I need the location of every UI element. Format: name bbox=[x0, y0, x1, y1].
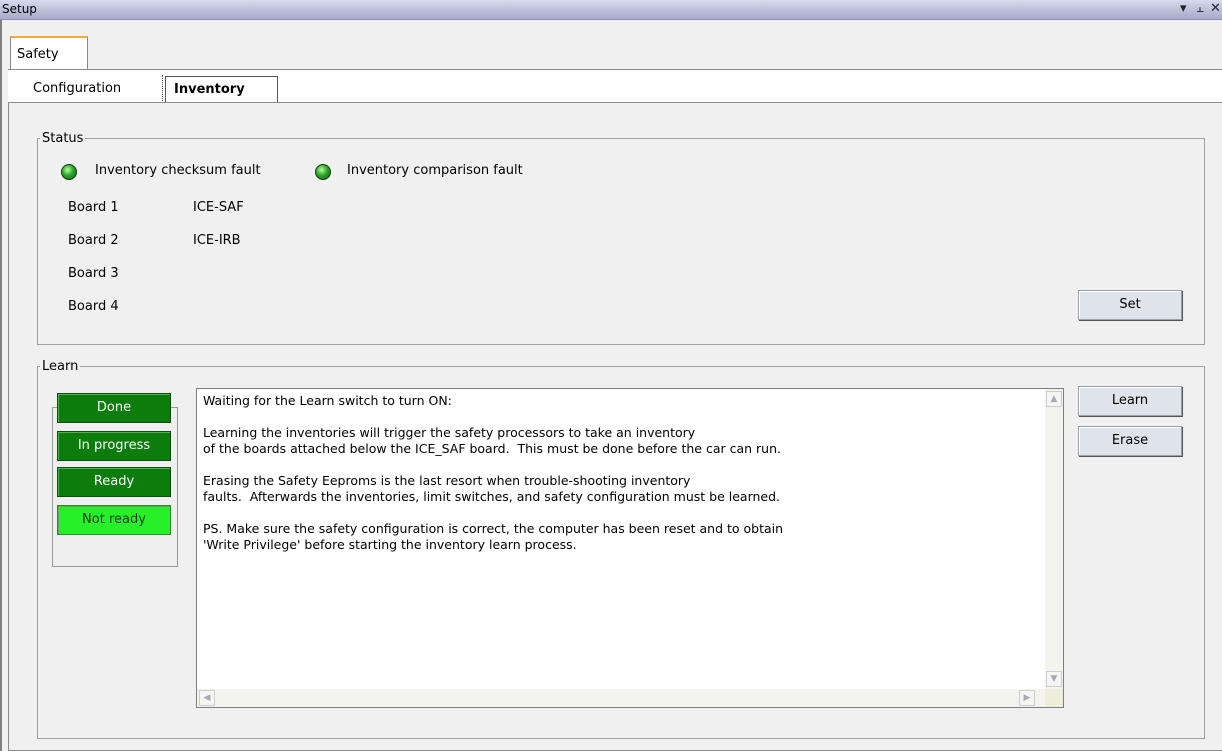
board-1-value: ICE-SAF bbox=[193, 200, 244, 215]
dropdown-icon[interactable]: ▾ bbox=[1180, 1, 1187, 16]
checksum-fault-led-icon bbox=[61, 164, 77, 180]
vertical-scrollbar[interactable]: ▲ ▼ bbox=[1045, 389, 1063, 691]
tab-configuration[interactable]: Configuration bbox=[33, 81, 121, 96]
window-title: Setup bbox=[2, 2, 37, 16]
indicator-ready: Ready bbox=[57, 467, 171, 497]
status-legend: Status bbox=[42, 131, 84, 146]
tab-safety[interactable]: Safety bbox=[10, 36, 88, 70]
horizontal-scrollbar[interactable]: ◀ ▶ bbox=[197, 689, 1047, 707]
learn-message-text: Waiting for the Learn switch to turn ON:… bbox=[203, 393, 784, 552]
comparison-fault-led-icon bbox=[315, 164, 331, 180]
window-titlebar: Setup ▾ ⫠ ✕ bbox=[0, 0, 1222, 20]
comparison-fault-label: Inventory comparison fault bbox=[347, 163, 523, 178]
pin-icon[interactable]: ⫠ bbox=[1196, 1, 1204, 16]
set-button[interactable]: Set bbox=[1078, 290, 1182, 320]
indicator-done: Done bbox=[57, 393, 171, 423]
learn-legend: Learn bbox=[42, 359, 79, 374]
scroll-up-icon[interactable]: ▲ bbox=[1046, 391, 1062, 407]
setup-pane: Safety Configuration Inventory Status Le… bbox=[0, 20, 1222, 751]
subtab-bar: Configuration Inventory bbox=[8, 70, 1222, 103]
learn-button[interactable]: Learn bbox=[1078, 386, 1182, 416]
board-3-label: Board 3 bbox=[68, 266, 119, 281]
tab-inventory[interactable]: Inventory bbox=[162, 75, 278, 103]
checksum-fault-label: Inventory checksum fault bbox=[95, 163, 261, 178]
board-2-label: Board 2 bbox=[68, 233, 119, 248]
erase-button[interactable]: Erase bbox=[1078, 426, 1182, 456]
board-1-label: Board 1 bbox=[68, 200, 119, 215]
indicator-in-progress: In progress bbox=[57, 431, 171, 461]
board-2-value: ICE-IRB bbox=[193, 233, 241, 248]
scroll-down-icon[interactable]: ▼ bbox=[1046, 671, 1062, 687]
indicator-not-ready: Not ready bbox=[57, 505, 171, 535]
scrollbar-corner bbox=[1045, 689, 1063, 707]
scroll-left-icon[interactable]: ◀ bbox=[199, 690, 215, 706]
board-4-label: Board 4 bbox=[68, 299, 119, 314]
close-icon[interactable]: ✕ bbox=[1210, 1, 1221, 16]
scroll-right-icon[interactable]: ▶ bbox=[1019, 690, 1035, 706]
learn-message-textarea[interactable]: Waiting for the Learn switch to turn ON:… bbox=[196, 388, 1064, 708]
